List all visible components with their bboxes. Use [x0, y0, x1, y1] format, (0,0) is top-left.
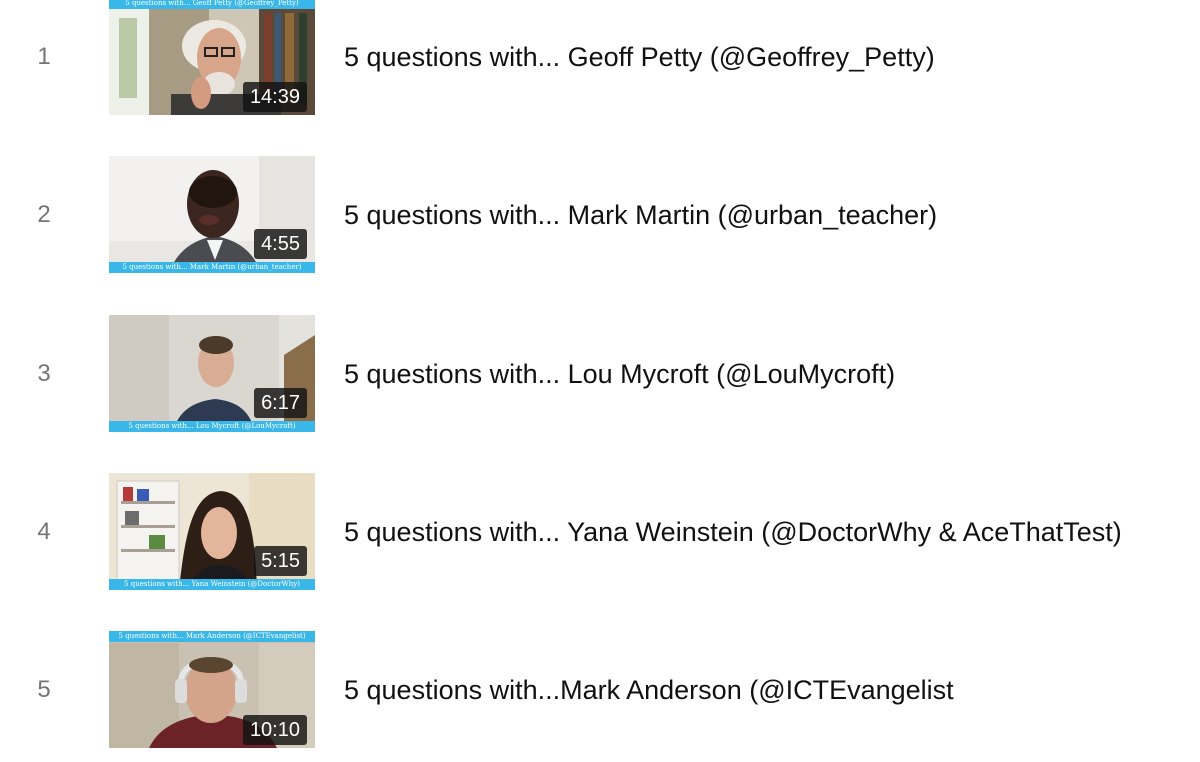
thumbnail-caption: 5 questions with... Yana Weinstein (@Doc… [109, 579, 315, 590]
video-thumbnail[interactable]: 5 questions with... Mark Anderson (@ICTE… [109, 631, 315, 748]
item-index: 1 [37, 43, 51, 70]
thumbnail-caption: 5 questions with... Geoff Petty (@Geoffr… [109, 0, 315, 9]
video-title[interactable]: 5 questions with... Geoff Petty (@Geoffr… [344, 0, 935, 116]
playlist-item[interactable]: 3 5 questions with... Lou Mycroft (@LouM… [0, 315, 1200, 433]
video-title[interactable]: 5 questions with... Yana Weinstein (@Doc… [344, 473, 1122, 591]
playlist-item[interactable]: 5 5 questions with... Mark Anderson (@IC… [0, 631, 1200, 749]
item-index: 5 [37, 676, 51, 703]
video-title[interactable]: 5 questions with...Mark Anderson (@ICTEv… [344, 631, 954, 749]
video-thumbnail[interactable]: 5 questions with... Yana Weinstein (@Doc… [109, 473, 315, 590]
item-index: 3 [37, 360, 51, 387]
playlist: 1 5 questions with... Geoff Petty (@Geof… [0, 0, 1200, 762]
video-thumbnail[interactable]: 5 questions with... Mark Martin (@urban_… [109, 156, 315, 273]
thumbnail-caption: 5 questions with... Mark Martin (@urban_… [109, 262, 315, 273]
video-thumbnail[interactable]: 5 questions with... Geoff Petty (@Geoffr… [109, 0, 315, 115]
video-title[interactable]: 5 questions with... Mark Martin (@urban_… [344, 156, 937, 274]
duration-badge: 5:15 [254, 546, 307, 576]
duration-badge: 14:39 [242, 82, 307, 112]
video-title[interactable]: 5 questions with... Lou Mycroft (@LouMyc… [344, 315, 895, 433]
item-index: 2 [37, 201, 51, 228]
thumbnail-caption: 5 questions with... Mark Anderson (@ICTE… [109, 631, 315, 642]
video-thumbnail[interactable]: 5 questions with... Lou Mycroft (@LouMyc… [109, 315, 315, 432]
playlist-item[interactable]: 2 5 questions with... Mark Martin (@urba… [0, 156, 1200, 274]
thumbnail-caption: 5 questions with... Lou Mycroft (@LouMyc… [109, 421, 315, 432]
playlist-item[interactable]: 1 5 questions with... Geoff Petty (@Geof… [0, 0, 1200, 116]
duration-badge: 4:55 [254, 229, 307, 259]
duration-badge: 6:17 [254, 388, 307, 418]
item-index: 4 [37, 518, 51, 545]
duration-badge: 10:10 [242, 715, 307, 745]
playlist-item[interactable]: 4 5 questions with... Yana Weinstein (@D… [0, 473, 1200, 591]
